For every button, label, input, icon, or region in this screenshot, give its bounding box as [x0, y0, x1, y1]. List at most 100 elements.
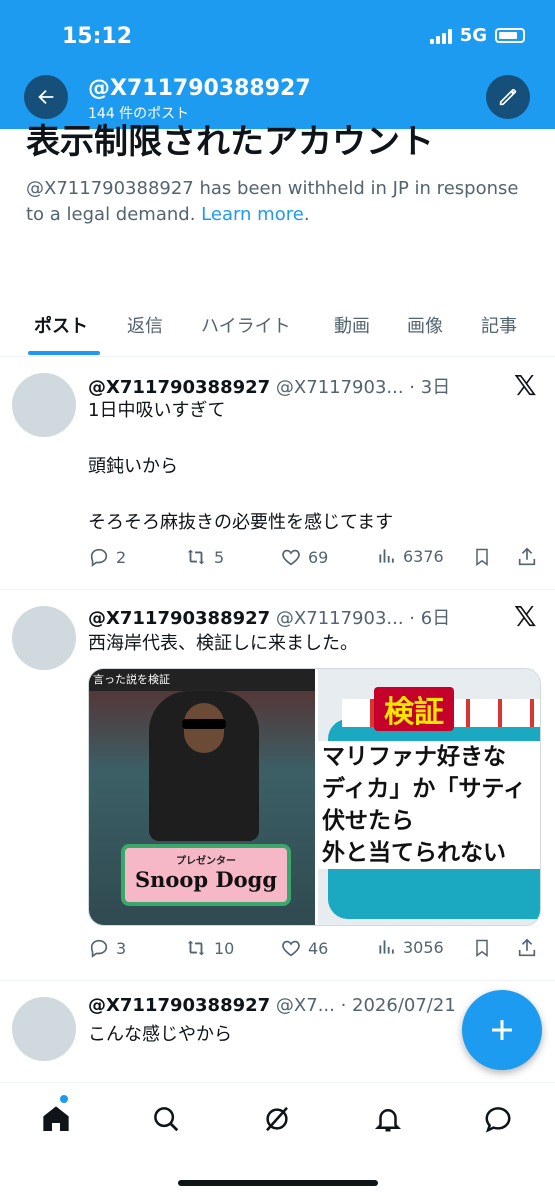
views-button[interactable]: 3056: [377, 937, 444, 957]
withheld-message-suffix: .: [303, 204, 310, 225]
reply-count: 2: [116, 547, 127, 567]
tweet-author-name[interactable]: @X711790388927: [88, 377, 270, 398]
header-title: @X711790388927: [88, 76, 311, 101]
network-label: 5G: [459, 25, 487, 46]
plaque-caption: プレゼンター: [176, 856, 236, 867]
name-plaque: プレゼンター Snoop Dogg: [121, 844, 291, 906]
tweet-actions: 3 10 46 3056: [88, 937, 538, 961]
heart-icon: [282, 549, 300, 566]
tweet-media-grid: 言った説を検証 プレゼンター Snoop Dogg 検証 マリファナ好きな ディ…: [88, 668, 541, 926]
back-button[interactable]: [24, 75, 68, 119]
avatar[interactable]: [12, 606, 76, 670]
plus-icon: [492, 1020, 512, 1040]
tweet-header: @X711790388927 @X7117903... · 3日: [88, 377, 451, 398]
learn-more-link[interactable]: Learn more: [201, 204, 304, 225]
share-button[interactable]: [516, 546, 538, 568]
reply-button[interactable]: 3: [88, 937, 126, 959]
plaque-name: Snoop Dogg: [134, 867, 278, 892]
tweet-time[interactable]: 6日: [421, 608, 450, 629]
repost-count: 5: [214, 547, 225, 567]
bookmark-button[interactable]: [472, 546, 492, 568]
view-count: 6376: [403, 546, 444, 566]
nav-search[interactable]: [148, 1101, 184, 1137]
bookmark-button[interactable]: [472, 937, 492, 959]
views-icon: [379, 549, 394, 563]
notification-dot: [60, 1095, 68, 1103]
tweet-time[interactable]: 3日: [421, 377, 450, 398]
like-count: 69: [308, 547, 329, 567]
nav-grok[interactable]: [259, 1101, 295, 1137]
tweet-text: 1日中吸いすぎて 頭鈍いから そろそろ麻抜きの必要性を感じてます: [88, 400, 394, 533]
battery-icon: [495, 28, 525, 43]
repost-button[interactable]: 10: [184, 937, 234, 959]
verification-badge: 検証: [374, 687, 454, 731]
repost-count: 10: [214, 938, 235, 958]
status-indicators: 5G: [429, 25, 525, 46]
tweet-actions: 2 5 69 6376: [88, 546, 538, 570]
tweet-handle: @X7...: [275, 995, 335, 1016]
grok-icon: [266, 1106, 288, 1132]
tab-replies[interactable]: 返信: [127, 312, 163, 338]
messages-icon: [485, 1107, 511, 1133]
reply-count: 3: [116, 938, 127, 958]
view-count: 3056: [403, 937, 444, 957]
withheld-message: @X711790388927 has been withheld in JP i…: [26, 176, 526, 228]
x-logo-icon: 𝕏: [514, 600, 537, 633]
bookmark-icon: [476, 548, 488, 566]
media-image-presenter[interactable]: 言った説を検証 プレゼンター Snoop Dogg: [89, 669, 315, 925]
tab-articles[interactable]: 記事: [481, 312, 517, 338]
reply-icon: [90, 939, 108, 958]
bell-icon: [374, 1109, 402, 1132]
tab-videos[interactable]: 動画: [334, 312, 370, 338]
tweet-text: 西海岸代表、検証しに来ました。: [88, 633, 358, 654]
like-count: 46: [308, 938, 329, 958]
reply-icon: [90, 548, 108, 567]
home-icon: [43, 1106, 69, 1131]
share-icon: [518, 938, 536, 957]
views-icon: [379, 940, 394, 954]
tweet[interactable]: @X711790388927 @X7117903... · 3日 𝕏 1日中吸い…: [0, 357, 555, 590]
nav-notifications[interactable]: [370, 1101, 406, 1137]
bookmark-icon: [476, 939, 488, 957]
search-icon: [154, 1107, 179, 1132]
active-tab-indicator: [28, 351, 100, 355]
avatar[interactable]: [12, 997, 76, 1061]
tab-highlights[interactable]: ハイライト: [201, 312, 291, 338]
compose-button[interactable]: [486, 75, 530, 119]
signal-icon: [429, 28, 452, 44]
tweet-author-name[interactable]: @X711790388927: [88, 995, 270, 1016]
pencil-icon: [499, 88, 517, 106]
repost-icon: [187, 940, 205, 956]
views-button[interactable]: 6376: [377, 546, 444, 566]
reply-button[interactable]: 2: [88, 546, 126, 568]
presenter-figure: [149, 691, 259, 841]
media-caption-text: マリファナ好きな ディカ」か「サティ 伏せたら 外と当てられない: [318, 741, 540, 869]
repost-button[interactable]: 5: [184, 546, 224, 568]
tweet-header: @X711790388927 @X7117903... · 6日: [88, 608, 451, 629]
like-button[interactable]: 46: [280, 937, 328, 959]
media-image-verification[interactable]: 検証 マリファナ好きな ディカ」か「サティ 伏せたら 外と当てられない: [318, 669, 540, 925]
share-icon: [518, 547, 536, 566]
status-time: 15:12: [62, 24, 133, 49]
tweet-handle: @X7117903...: [275, 377, 404, 398]
repost-icon: [187, 549, 205, 565]
home-indicator: [178, 1180, 378, 1186]
withheld-title: 表示制限されたアカウント: [26, 122, 434, 162]
share-button[interactable]: [516, 937, 538, 959]
tweet-handle: @X7117903...: [275, 608, 404, 629]
tweet-author-name[interactable]: @X711790388927: [88, 608, 270, 629]
tweet-header: @X711790388927 @X7... · 2026/07/21: [88, 995, 456, 1016]
tab-posts[interactable]: ポスト: [34, 312, 88, 338]
arrow-left-icon: [38, 89, 54, 105]
media-banner-text: 言った説を検証: [89, 669, 315, 691]
avatar[interactable]: [12, 373, 76, 437]
tab-images[interactable]: 画像: [407, 312, 443, 338]
status-bar: 15:12 5G: [0, 0, 555, 75]
tweet-time[interactable]: 2026/07/21: [352, 995, 456, 1016]
nav-messages[interactable]: [480, 1101, 516, 1137]
profile-tabs: ポスト 返信 ハイライト 動画 画像 記事: [0, 300, 555, 357]
nav-home[interactable]: [38, 1101, 74, 1137]
new-post-fab[interactable]: [462, 990, 542, 1070]
heart-icon: [282, 940, 300, 957]
like-button[interactable]: 69: [280, 546, 328, 568]
